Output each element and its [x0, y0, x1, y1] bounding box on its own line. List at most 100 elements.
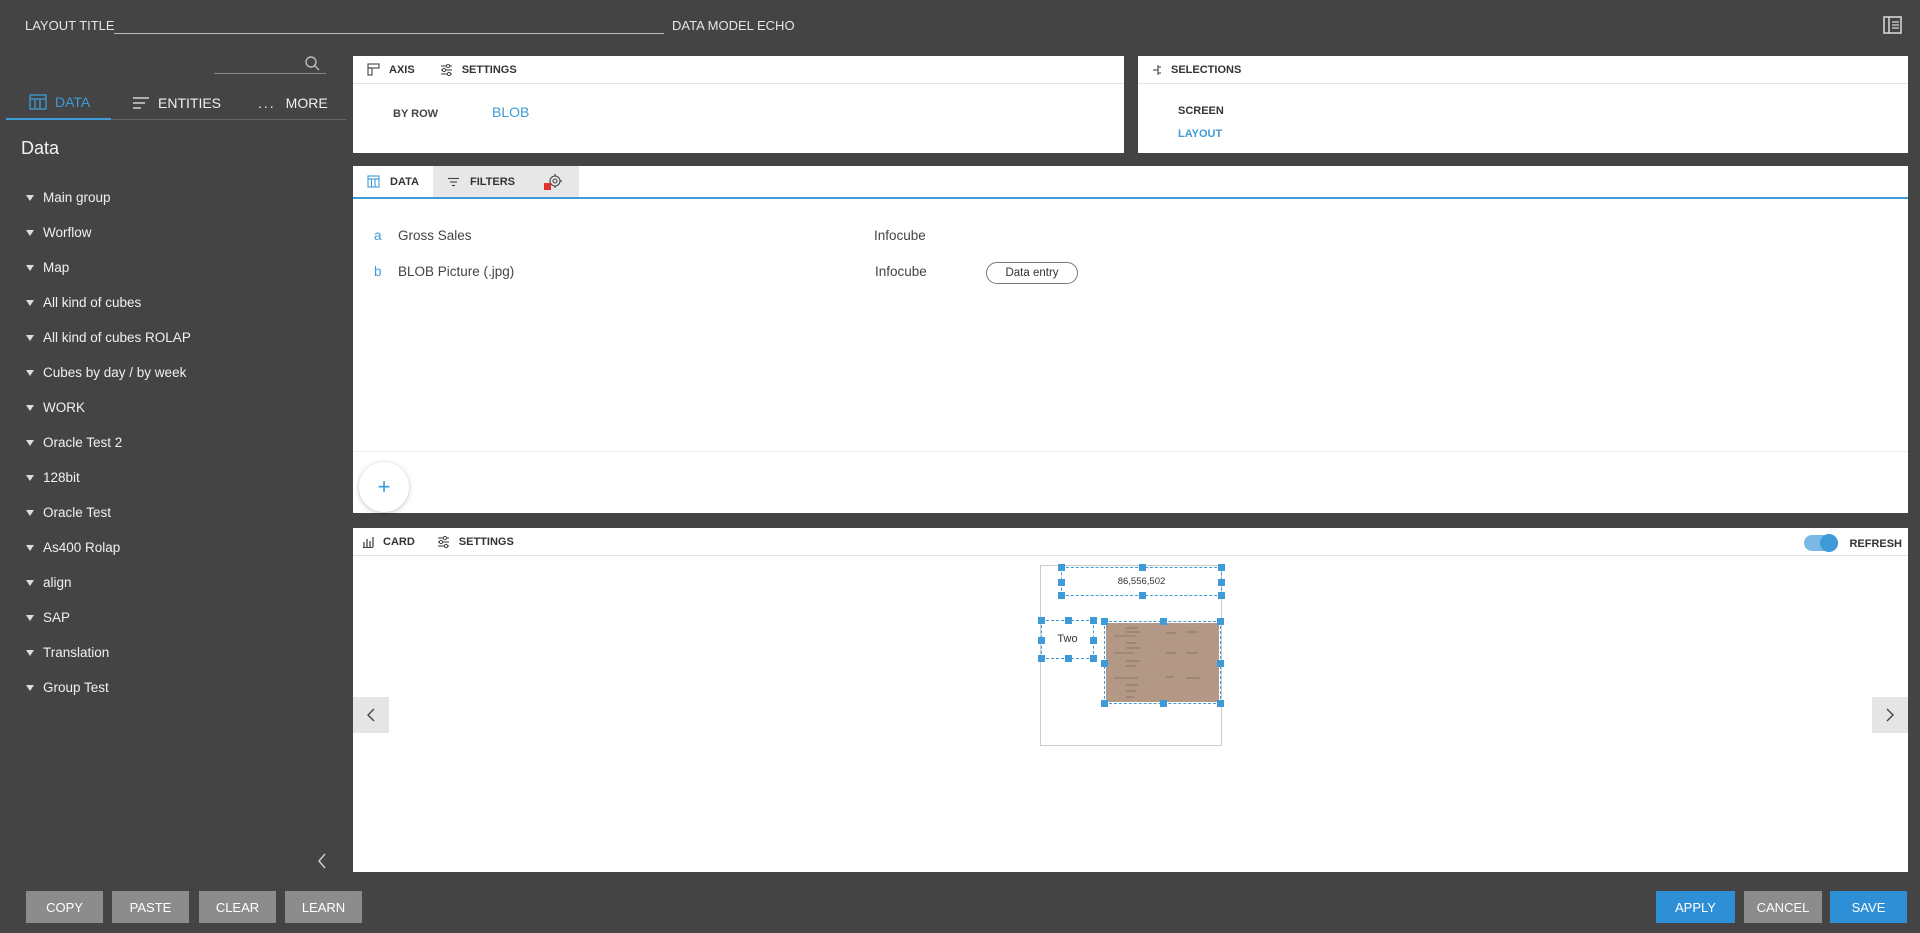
resize-handle[interactable] — [1058, 564, 1065, 571]
card-panel: CARD SETTINGS REFRESH 86,556,502 Two — [353, 528, 1908, 872]
add-data-button[interactable]: + — [359, 462, 409, 512]
data-row-source: Infocube — [874, 228, 926, 243]
ellipsis-icon: ... — [258, 95, 276, 111]
tree-item[interactable]: Cubes by day / by week — [26, 355, 191, 390]
tree-item[interactable]: Map — [26, 250, 191, 285]
resize-handle[interactable] — [1139, 592, 1146, 599]
sidebar: DATA ENTITIES ... MORE Data Main group Wo… — [0, 50, 346, 880]
resize-handle[interactable] — [1218, 564, 1225, 571]
tree-item[interactable]: All kind of cubes — [26, 285, 191, 320]
caret-down-icon[interactable] — [26, 264, 34, 271]
apply-button[interactable]: APPLY — [1656, 891, 1735, 923]
tree-item[interactable]: 128bit — [26, 460, 191, 495]
tab-card-settings-label: SETTINGS — [458, 535, 514, 548]
tab-data-items[interactable]: DATA — [353, 166, 433, 197]
tree-item[interactable]: As400 Rolap — [26, 530, 191, 565]
caret-down-icon[interactable] — [26, 614, 34, 621]
tree-item[interactable]: align — [26, 565, 191, 600]
caret-down-icon[interactable] — [26, 334, 34, 341]
search-input[interactable] — [214, 73, 326, 74]
sidebar-heading: Data — [21, 138, 60, 158]
tab-gear-alert[interactable] — [529, 166, 579, 197]
resize-handle[interactable] — [1038, 617, 1045, 624]
tab-filters[interactable]: FILTERS — [433, 166, 529, 197]
resize-handle[interactable] — [1038, 637, 1045, 644]
tab-card-settings[interactable]: SETTINGS — [437, 535, 514, 548]
resize-handle[interactable] — [1101, 618, 1108, 625]
axis-panel: AXIS SETTINGS BY ROW BLOB — [353, 56, 1124, 153]
resize-handle[interactable] — [1065, 617, 1072, 624]
data-entry-button[interactable]: Data entry — [986, 262, 1078, 284]
resize-handle[interactable] — [1217, 660, 1224, 667]
clear-button[interactable]: CLEAR — [199, 891, 276, 923]
tree-item[interactable]: Main group — [26, 180, 191, 215]
tab-entities[interactable]: ENTITIES — [132, 86, 221, 120]
collapse-sidebar-icon[interactable] — [316, 852, 328, 870]
next-card-button[interactable] — [1872, 697, 1908, 733]
tree-item[interactable]: SAP — [26, 600, 191, 635]
tree-item[interactable]: WORK — [26, 390, 191, 425]
cancel-button[interactable]: CANCEL — [1744, 891, 1822, 923]
by-row-value-link[interactable]: BLOB — [492, 104, 529, 120]
resize-handle[interactable] — [1217, 618, 1224, 625]
tab-axis[interactable]: AXIS — [367, 63, 415, 76]
caret-down-icon[interactable] — [26, 439, 34, 446]
tree-item[interactable]: Worflow — [26, 215, 191, 250]
resize-handle[interactable] — [1058, 579, 1065, 586]
caret-down-icon[interactable] — [26, 194, 34, 201]
resize-handle[interactable] — [1160, 700, 1167, 707]
caret-down-icon[interactable] — [26, 229, 34, 236]
layout-panel-icon[interactable] — [1883, 16, 1902, 34]
resize-handle[interactable] — [1038, 655, 1045, 662]
tree-item[interactable]: All kind of cubes ROLAP — [26, 320, 191, 355]
data-row[interactable]: a Gross Sales Infocube — [353, 228, 1908, 248]
resize-handle[interactable] — [1065, 655, 1072, 662]
save-button[interactable]: SAVE — [1830, 891, 1907, 923]
tab-data[interactable]: DATA — [6, 86, 111, 120]
card-image-element[interactable] — [1101, 618, 1224, 707]
caret-down-icon[interactable] — [26, 684, 34, 691]
resize-handle[interactable] — [1218, 579, 1225, 586]
learn-button[interactable]: LEARN — [285, 891, 362, 923]
caret-down-icon[interactable] — [26, 544, 34, 551]
caret-down-icon[interactable] — [26, 369, 34, 376]
tree-item[interactable]: Oracle Test 2 — [26, 425, 191, 460]
selections-title: SELECTIONS — [1152, 64, 1241, 76]
resize-handle[interactable] — [1090, 637, 1097, 644]
tree-item[interactable]: Group Test — [26, 670, 191, 705]
caret-down-icon[interactable] — [26, 649, 34, 656]
copy-button[interactable]: COPY — [26, 891, 103, 923]
resize-handle[interactable] — [1218, 592, 1225, 599]
card-value-element[interactable]: 86,556,502 — [1058, 564, 1225, 599]
data-row[interactable]: b BLOB Picture (.jpg) Infocube Data entr… — [353, 262, 1908, 284]
selection-layout[interactable]: LAYOUT — [1178, 128, 1222, 140]
tree-item-label: SAP — [43, 610, 71, 625]
card-label-element[interactable]: Two — [1038, 617, 1097, 662]
tab-more[interactable]: ... MORE — [258, 86, 328, 120]
resize-handle[interactable] — [1139, 564, 1146, 571]
resize-handle[interactable] — [1090, 617, 1097, 624]
layout-title-input[interactable] — [114, 33, 664, 34]
resize-handle[interactable] — [1217, 700, 1224, 707]
tab-card[interactable]: CARD — [362, 536, 415, 548]
tab-axis-settings[interactable]: SETTINGS — [440, 63, 517, 76]
caret-down-icon[interactable] — [26, 474, 34, 481]
refresh-toggle[interactable] — [1804, 534, 1838, 552]
prev-card-button[interactable] — [353, 697, 389, 733]
resize-handle[interactable] — [1090, 655, 1097, 662]
paste-button[interactable]: PASTE — [112, 891, 189, 923]
resize-handle[interactable] — [1160, 618, 1167, 625]
search-icon[interactable] — [304, 55, 320, 71]
caret-down-icon[interactable] — [26, 299, 34, 306]
caret-down-icon[interactable] — [26, 579, 34, 586]
resize-handle[interactable] — [1101, 660, 1108, 667]
caret-down-icon[interactable] — [26, 404, 34, 411]
selection-screen[interactable]: SCREEN — [1178, 105, 1224, 117]
tree-item-label: WORK — [43, 400, 85, 415]
data-model-value[interactable]: ECHO — [757, 18, 795, 33]
tree-item[interactable]: Oracle Test — [26, 495, 191, 530]
tree-item[interactable]: Translation — [26, 635, 191, 670]
resize-handle[interactable] — [1058, 592, 1065, 599]
resize-handle[interactable] — [1101, 700, 1108, 707]
caret-down-icon[interactable] — [26, 509, 34, 516]
